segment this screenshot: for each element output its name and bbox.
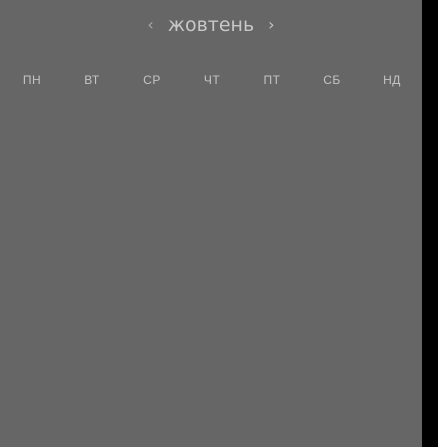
month-title: жовтень — [167, 14, 255, 36]
weekday-sun: НД — [383, 73, 401, 87]
weekday-mon: ПН — [22, 73, 42, 87]
weekday-thu: ЧТ — [203, 73, 221, 87]
chevron-left-icon[interactable]: ‹ — [147, 10, 153, 40]
weekday-wed: СР — [143, 73, 161, 87]
weekday-header-row: ПН ВТ СР ЧТ ПТ СБ НД — [2, 70, 422, 90]
weekday-sat: СБ — [323, 73, 341, 87]
weekday-fri: ПТ — [263, 73, 281, 87]
weekday-tue: ВТ — [84, 73, 100, 87]
calendar-days-grid — [0, 100, 422, 447]
calendar-header: ‹ жовтень › — [0, 10, 422, 40]
calendar-panel: ‹ жовтень › ПН ВТ СР ЧТ ПТ СБ НД — [0, 0, 422, 447]
chevron-right-icon[interactable]: › — [268, 10, 274, 40]
